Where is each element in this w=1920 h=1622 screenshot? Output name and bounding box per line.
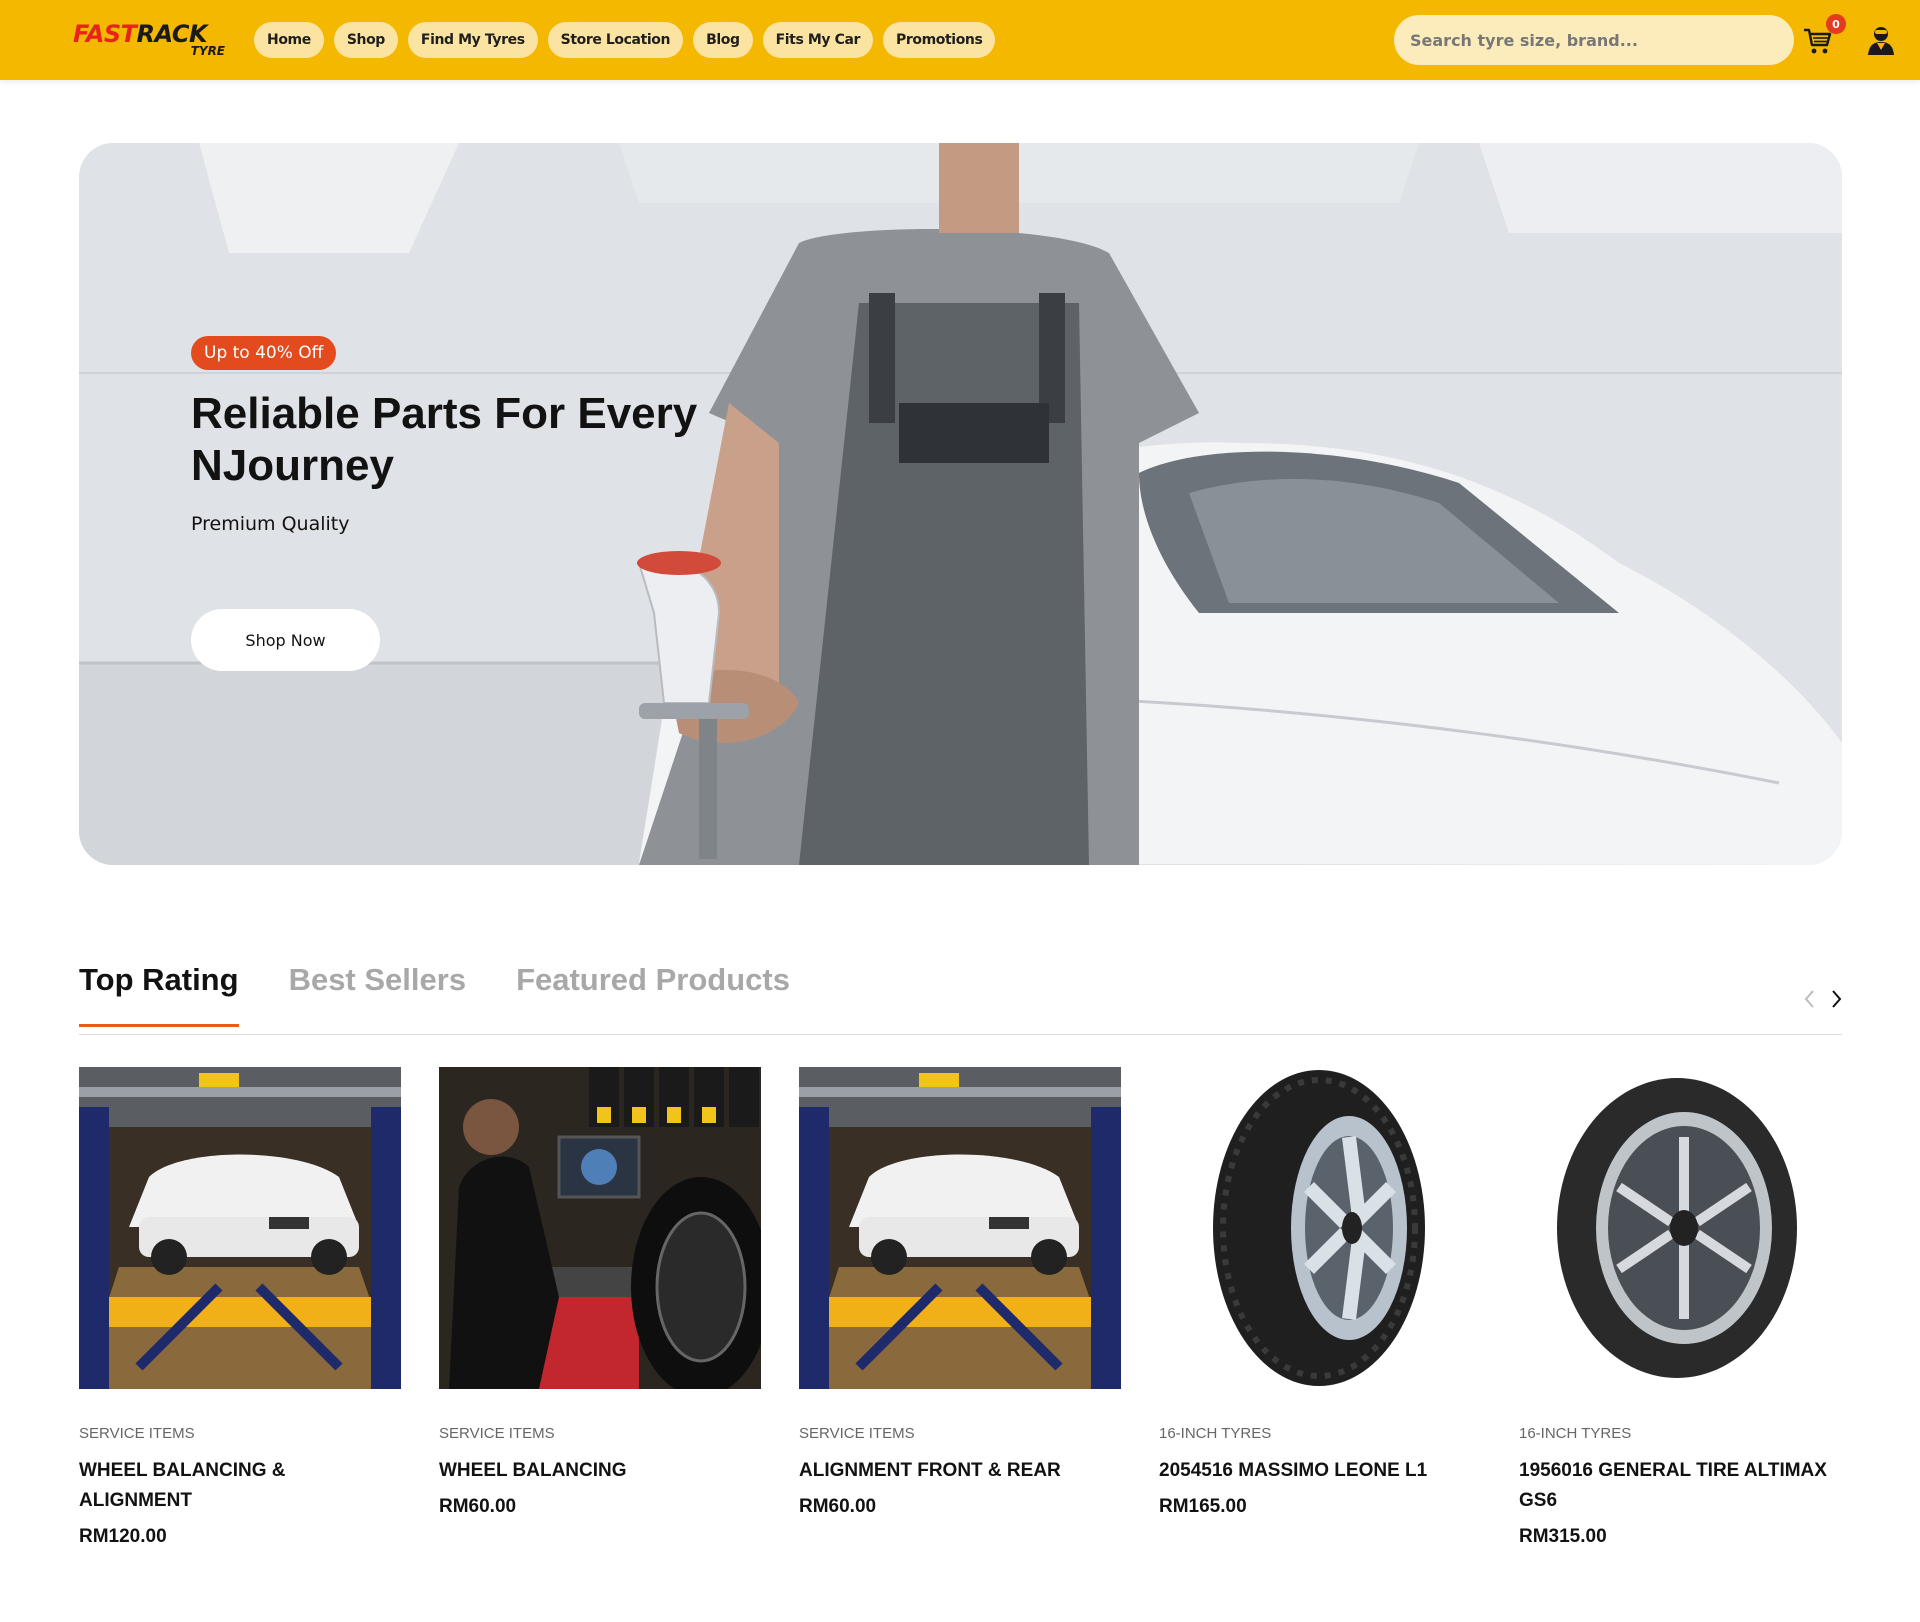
chevron-right-icon[interactable]: [1826, 988, 1846, 1010]
logo-text-fast: FAST: [73, 20, 137, 48]
tabs-divider: [79, 1034, 1842, 1035]
chevron-left-icon[interactable]: [1800, 988, 1820, 1010]
product-price: RM315.00: [1519, 1526, 1607, 1547]
product-name[interactable]: 1956016 GENERAL TIRE ALTIMAX GS6: [1519, 1456, 1841, 1516]
nav-fits-my-car[interactable]: Fits My Car: [762, 22, 874, 58]
search-input[interactable]: [1394, 15, 1794, 65]
product-image-alignment-bay[interactable]: [799, 1067, 1121, 1389]
hero-banner: Up to 40% Off Reliable Parts For Every N…: [79, 143, 1842, 865]
product-carousel: SERVICE ITEMS WHEEL BALANCING & ALIGNMEN…: [79, 1067, 1841, 1548]
site-header: FASTRACK TYRE Home Shop Find My Tyres St…: [0, 0, 1920, 80]
nav-shop[interactable]: Shop: [333, 22, 398, 58]
main-nav: Home Shop Find My Tyres Store Location B…: [254, 22, 996, 58]
product-card[interactable]: 16-INCH TYRES 1956016 GENERAL TIRE ALTIM…: [1519, 1067, 1841, 1548]
nav-find-my-tyres[interactable]: Find My Tyres: [407, 22, 538, 58]
fastrack-logo[interactable]: FASTRACK TYRE: [73, 20, 225, 60]
product-category: SERVICE ITEMS: [799, 1425, 915, 1442]
product-name[interactable]: WHEEL BALANCING & ALIGNMENT: [79, 1456, 401, 1516]
product-name[interactable]: 2054516 MASSIMO LEONE L1: [1159, 1456, 1481, 1486]
nav-home[interactable]: Home: [254, 22, 324, 58]
product-image-tyre-general[interactable]: [1519, 1067, 1841, 1389]
tab-best-sellers[interactable]: Best Sellers: [289, 962, 467, 1027]
product-category: 16-INCH TYRES: [1159, 1425, 1272, 1442]
tab-top-rating[interactable]: Top Rating: [79, 962, 239, 1027]
product-price: RM120.00: [79, 1526, 167, 1547]
logo-text-sub: TYRE: [190, 44, 225, 58]
tab-featured-products[interactable]: Featured Products: [516, 962, 790, 1027]
hero-subtitle: Premium Quality: [191, 513, 350, 535]
hero-title: Reliable Parts For Every NJourney: [191, 389, 698, 490]
shop-now-button[interactable]: Shop Now: [191, 609, 380, 671]
product-name[interactable]: WHEEL BALANCING: [439, 1456, 761, 1486]
product-category: SERVICE ITEMS: [79, 1425, 195, 1442]
product-image-alignment-bay[interactable]: [79, 1067, 401, 1389]
product-price: RM60.00: [439, 1496, 517, 1517]
product-card[interactable]: 16-INCH TYRES 2054516 MASSIMO LEONE L1 R…: [1159, 1067, 1481, 1548]
nav-promotions[interactable]: Promotions: [883, 22, 996, 58]
product-card[interactable]: SERVICE ITEMS WHEEL BALANCING RM60.00: [439, 1067, 761, 1548]
discount-badge: Up to 40% Off: [191, 336, 337, 370]
product-category: 16-INCH TYRES: [1519, 1425, 1632, 1442]
user-icon[interactable]: [1866, 24, 1896, 56]
product-name[interactable]: ALIGNMENT FRONT & REAR: [799, 1456, 1121, 1486]
product-price: RM60.00: [799, 1496, 877, 1517]
product-card[interactable]: SERVICE ITEMS WHEEL BALANCING & ALIGNMEN…: [79, 1067, 401, 1548]
product-image-wheel-balancer[interactable]: [439, 1067, 761, 1389]
hero-mechanic-car-image: [79, 143, 1842, 865]
nav-blog[interactable]: Blog: [693, 22, 753, 58]
nav-store-location[interactable]: Store Location: [547, 22, 684, 58]
cart-count-badge: 0: [1826, 14, 1846, 34]
product-image-tyre-massimo[interactable]: [1159, 1067, 1481, 1389]
product-price: RM165.00: [1159, 1496, 1247, 1517]
product-category: SERVICE ITEMS: [439, 1425, 555, 1442]
product-tabs: Top Rating Best Sellers Featured Product…: [79, 962, 790, 1027]
product-card[interactable]: SERVICE ITEMS ALIGNMENT FRONT & REAR RM6…: [799, 1067, 1121, 1548]
